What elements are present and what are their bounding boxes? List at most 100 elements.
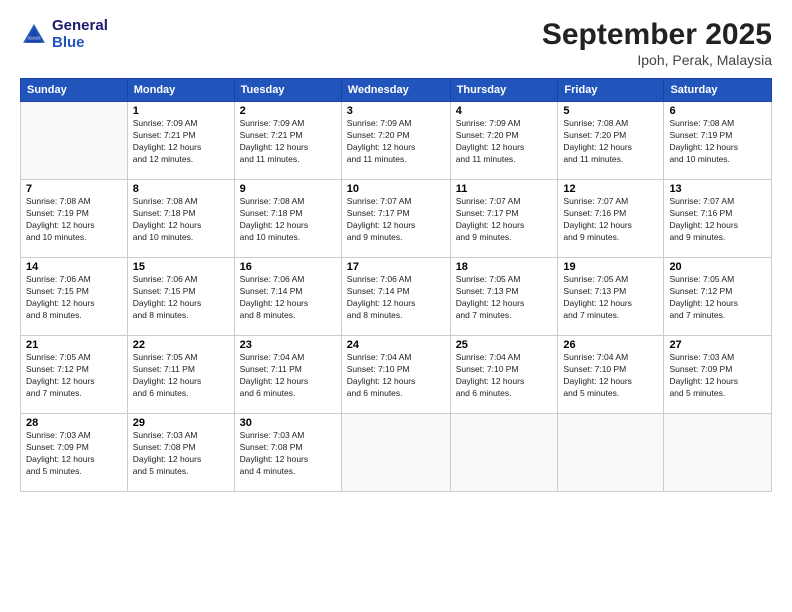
calendar-cell: 24Sunrise: 7:04 AMSunset: 7:10 PMDayligh… xyxy=(341,336,450,414)
day-info: Sunrise: 7:06 AMSunset: 7:14 PMDaylight:… xyxy=(347,274,445,322)
day-number: 27 xyxy=(669,339,766,351)
day-info: Sunrise: 7:09 AMSunset: 7:20 PMDaylight:… xyxy=(347,118,445,166)
calendar-header-sunday: Sunday xyxy=(21,79,128,102)
calendar-header-wednesday: Wednesday xyxy=(341,79,450,102)
calendar-cell xyxy=(341,414,450,492)
calendar-cell: 25Sunrise: 7:04 AMSunset: 7:10 PMDayligh… xyxy=(450,336,558,414)
page: General Blue September 2025 Ipoh, Perak,… xyxy=(0,0,792,612)
day-number: 6 xyxy=(669,105,766,117)
calendar-cell: 3Sunrise: 7:09 AMSunset: 7:20 PMDaylight… xyxy=(341,102,450,180)
logo-icon xyxy=(20,21,48,49)
header: General Blue September 2025 Ipoh, Perak,… xyxy=(20,18,772,68)
day-number: 21 xyxy=(26,339,122,351)
day-info: Sunrise: 7:07 AMSunset: 7:17 PMDaylight:… xyxy=(456,196,553,244)
calendar-cell: 26Sunrise: 7:04 AMSunset: 7:10 PMDayligh… xyxy=(558,336,664,414)
calendar-cell: 18Sunrise: 7:05 AMSunset: 7:13 PMDayligh… xyxy=(450,258,558,336)
calendar-cell: 21Sunrise: 7:05 AMSunset: 7:12 PMDayligh… xyxy=(21,336,128,414)
calendar-cell: 8Sunrise: 7:08 AMSunset: 7:18 PMDaylight… xyxy=(127,180,234,258)
title-block: September 2025 Ipoh, Perak, Malaysia xyxy=(542,18,772,68)
day-info: Sunrise: 7:08 AMSunset: 7:18 PMDaylight:… xyxy=(240,196,336,244)
calendar-cell: 30Sunrise: 7:03 AMSunset: 7:08 PMDayligh… xyxy=(234,414,341,492)
day-info: Sunrise: 7:05 AMSunset: 7:11 PMDaylight:… xyxy=(133,352,229,400)
calendar-cell xyxy=(558,414,664,492)
day-number: 13 xyxy=(669,183,766,195)
day-info: Sunrise: 7:03 AMSunset: 7:08 PMDaylight:… xyxy=(133,430,229,478)
calendar-cell: 2Sunrise: 7:09 AMSunset: 7:21 PMDaylight… xyxy=(234,102,341,180)
day-info: Sunrise: 7:05 AMSunset: 7:13 PMDaylight:… xyxy=(456,274,553,322)
day-info: Sunrise: 7:04 AMSunset: 7:10 PMDaylight:… xyxy=(456,352,553,400)
calendar-cell: 19Sunrise: 7:05 AMSunset: 7:13 PMDayligh… xyxy=(558,258,664,336)
calendar-cell: 20Sunrise: 7:05 AMSunset: 7:12 PMDayligh… xyxy=(664,258,772,336)
calendar-cell: 16Sunrise: 7:06 AMSunset: 7:14 PMDayligh… xyxy=(234,258,341,336)
calendar-cell: 28Sunrise: 7:03 AMSunset: 7:09 PMDayligh… xyxy=(21,414,128,492)
logo-line2: Blue xyxy=(52,34,85,51)
day-info: Sunrise: 7:08 AMSunset: 7:19 PMDaylight:… xyxy=(669,118,766,166)
calendar-cell: 29Sunrise: 7:03 AMSunset: 7:08 PMDayligh… xyxy=(127,414,234,492)
calendar-cell: 10Sunrise: 7:07 AMSunset: 7:17 PMDayligh… xyxy=(341,180,450,258)
logo-text: General Blue xyxy=(52,18,108,51)
day-number: 25 xyxy=(456,339,553,351)
day-info: Sunrise: 7:07 AMSunset: 7:16 PMDaylight:… xyxy=(563,196,658,244)
day-info: Sunrise: 7:09 AMSunset: 7:20 PMDaylight:… xyxy=(456,118,553,166)
logo: General Blue xyxy=(20,18,108,51)
calendar-cell xyxy=(664,414,772,492)
day-info: Sunrise: 7:09 AMSunset: 7:21 PMDaylight:… xyxy=(240,118,336,166)
day-info: Sunrise: 7:04 AMSunset: 7:10 PMDaylight:… xyxy=(563,352,658,400)
calendar-cell: 5Sunrise: 7:08 AMSunset: 7:20 PMDaylight… xyxy=(558,102,664,180)
day-info: Sunrise: 7:03 AMSunset: 7:09 PMDaylight:… xyxy=(669,352,766,400)
calendar-week-row: 14Sunrise: 7:06 AMSunset: 7:15 PMDayligh… xyxy=(21,258,772,336)
calendar-cell: 6Sunrise: 7:08 AMSunset: 7:19 PMDaylight… xyxy=(664,102,772,180)
day-number: 20 xyxy=(669,261,766,273)
calendar-cell: 9Sunrise: 7:08 AMSunset: 7:18 PMDaylight… xyxy=(234,180,341,258)
day-number: 3 xyxy=(347,105,445,117)
day-number: 12 xyxy=(563,183,658,195)
calendar-cell: 1Sunrise: 7:09 AMSunset: 7:21 PMDaylight… xyxy=(127,102,234,180)
day-info: Sunrise: 7:08 AMSunset: 7:19 PMDaylight:… xyxy=(26,196,122,244)
calendar-cell: 27Sunrise: 7:03 AMSunset: 7:09 PMDayligh… xyxy=(664,336,772,414)
logo-line1: General xyxy=(52,17,108,34)
day-number: 23 xyxy=(240,339,336,351)
day-number: 30 xyxy=(240,417,336,429)
calendar-cell: 15Sunrise: 7:06 AMSunset: 7:15 PMDayligh… xyxy=(127,258,234,336)
day-number: 4 xyxy=(456,105,553,117)
day-number: 18 xyxy=(456,261,553,273)
month-title: September 2025 xyxy=(542,18,772,52)
calendar-cell: 4Sunrise: 7:09 AMSunset: 7:20 PMDaylight… xyxy=(450,102,558,180)
calendar-table: SundayMondayTuesdayWednesdayThursdayFrid… xyxy=(20,78,772,492)
calendar-header-thursday: Thursday xyxy=(450,79,558,102)
day-info: Sunrise: 7:03 AMSunset: 7:09 PMDaylight:… xyxy=(26,430,122,478)
day-info: Sunrise: 7:07 AMSunset: 7:16 PMDaylight:… xyxy=(669,196,766,244)
day-info: Sunrise: 7:07 AMSunset: 7:17 PMDaylight:… xyxy=(347,196,445,244)
day-info: Sunrise: 7:03 AMSunset: 7:08 PMDaylight:… xyxy=(240,430,336,478)
day-info: Sunrise: 7:05 AMSunset: 7:12 PMDaylight:… xyxy=(26,352,122,400)
calendar-cell: 13Sunrise: 7:07 AMSunset: 7:16 PMDayligh… xyxy=(664,180,772,258)
calendar-header-monday: Monday xyxy=(127,79,234,102)
day-number: 24 xyxy=(347,339,445,351)
day-number: 19 xyxy=(563,261,658,273)
calendar-cell: 23Sunrise: 7:04 AMSunset: 7:11 PMDayligh… xyxy=(234,336,341,414)
calendar-cell: 11Sunrise: 7:07 AMSunset: 7:17 PMDayligh… xyxy=(450,180,558,258)
day-number: 7 xyxy=(26,183,122,195)
day-info: Sunrise: 7:04 AMSunset: 7:11 PMDaylight:… xyxy=(240,352,336,400)
calendar-week-row: 7Sunrise: 7:08 AMSunset: 7:19 PMDaylight… xyxy=(21,180,772,258)
calendar-header-row: SundayMondayTuesdayWednesdayThursdayFrid… xyxy=(21,79,772,102)
day-number: 26 xyxy=(563,339,658,351)
day-number: 28 xyxy=(26,417,122,429)
calendar-cell: 22Sunrise: 7:05 AMSunset: 7:11 PMDayligh… xyxy=(127,336,234,414)
calendar-cell xyxy=(450,414,558,492)
day-info: Sunrise: 7:06 AMSunset: 7:15 PMDaylight:… xyxy=(26,274,122,322)
day-number: 8 xyxy=(133,183,229,195)
day-number: 2 xyxy=(240,105,336,117)
day-number: 9 xyxy=(240,183,336,195)
day-info: Sunrise: 7:08 AMSunset: 7:20 PMDaylight:… xyxy=(563,118,658,166)
calendar-week-row: 1Sunrise: 7:09 AMSunset: 7:21 PMDaylight… xyxy=(21,102,772,180)
day-number: 15 xyxy=(133,261,229,273)
calendar-week-row: 28Sunrise: 7:03 AMSunset: 7:09 PMDayligh… xyxy=(21,414,772,492)
calendar-week-row: 21Sunrise: 7:05 AMSunset: 7:12 PMDayligh… xyxy=(21,336,772,414)
calendar-header-tuesday: Tuesday xyxy=(234,79,341,102)
day-number: 16 xyxy=(240,261,336,273)
day-number: 22 xyxy=(133,339,229,351)
day-info: Sunrise: 7:09 AMSunset: 7:21 PMDaylight:… xyxy=(133,118,229,166)
day-number: 14 xyxy=(26,261,122,273)
day-number: 11 xyxy=(456,183,553,195)
